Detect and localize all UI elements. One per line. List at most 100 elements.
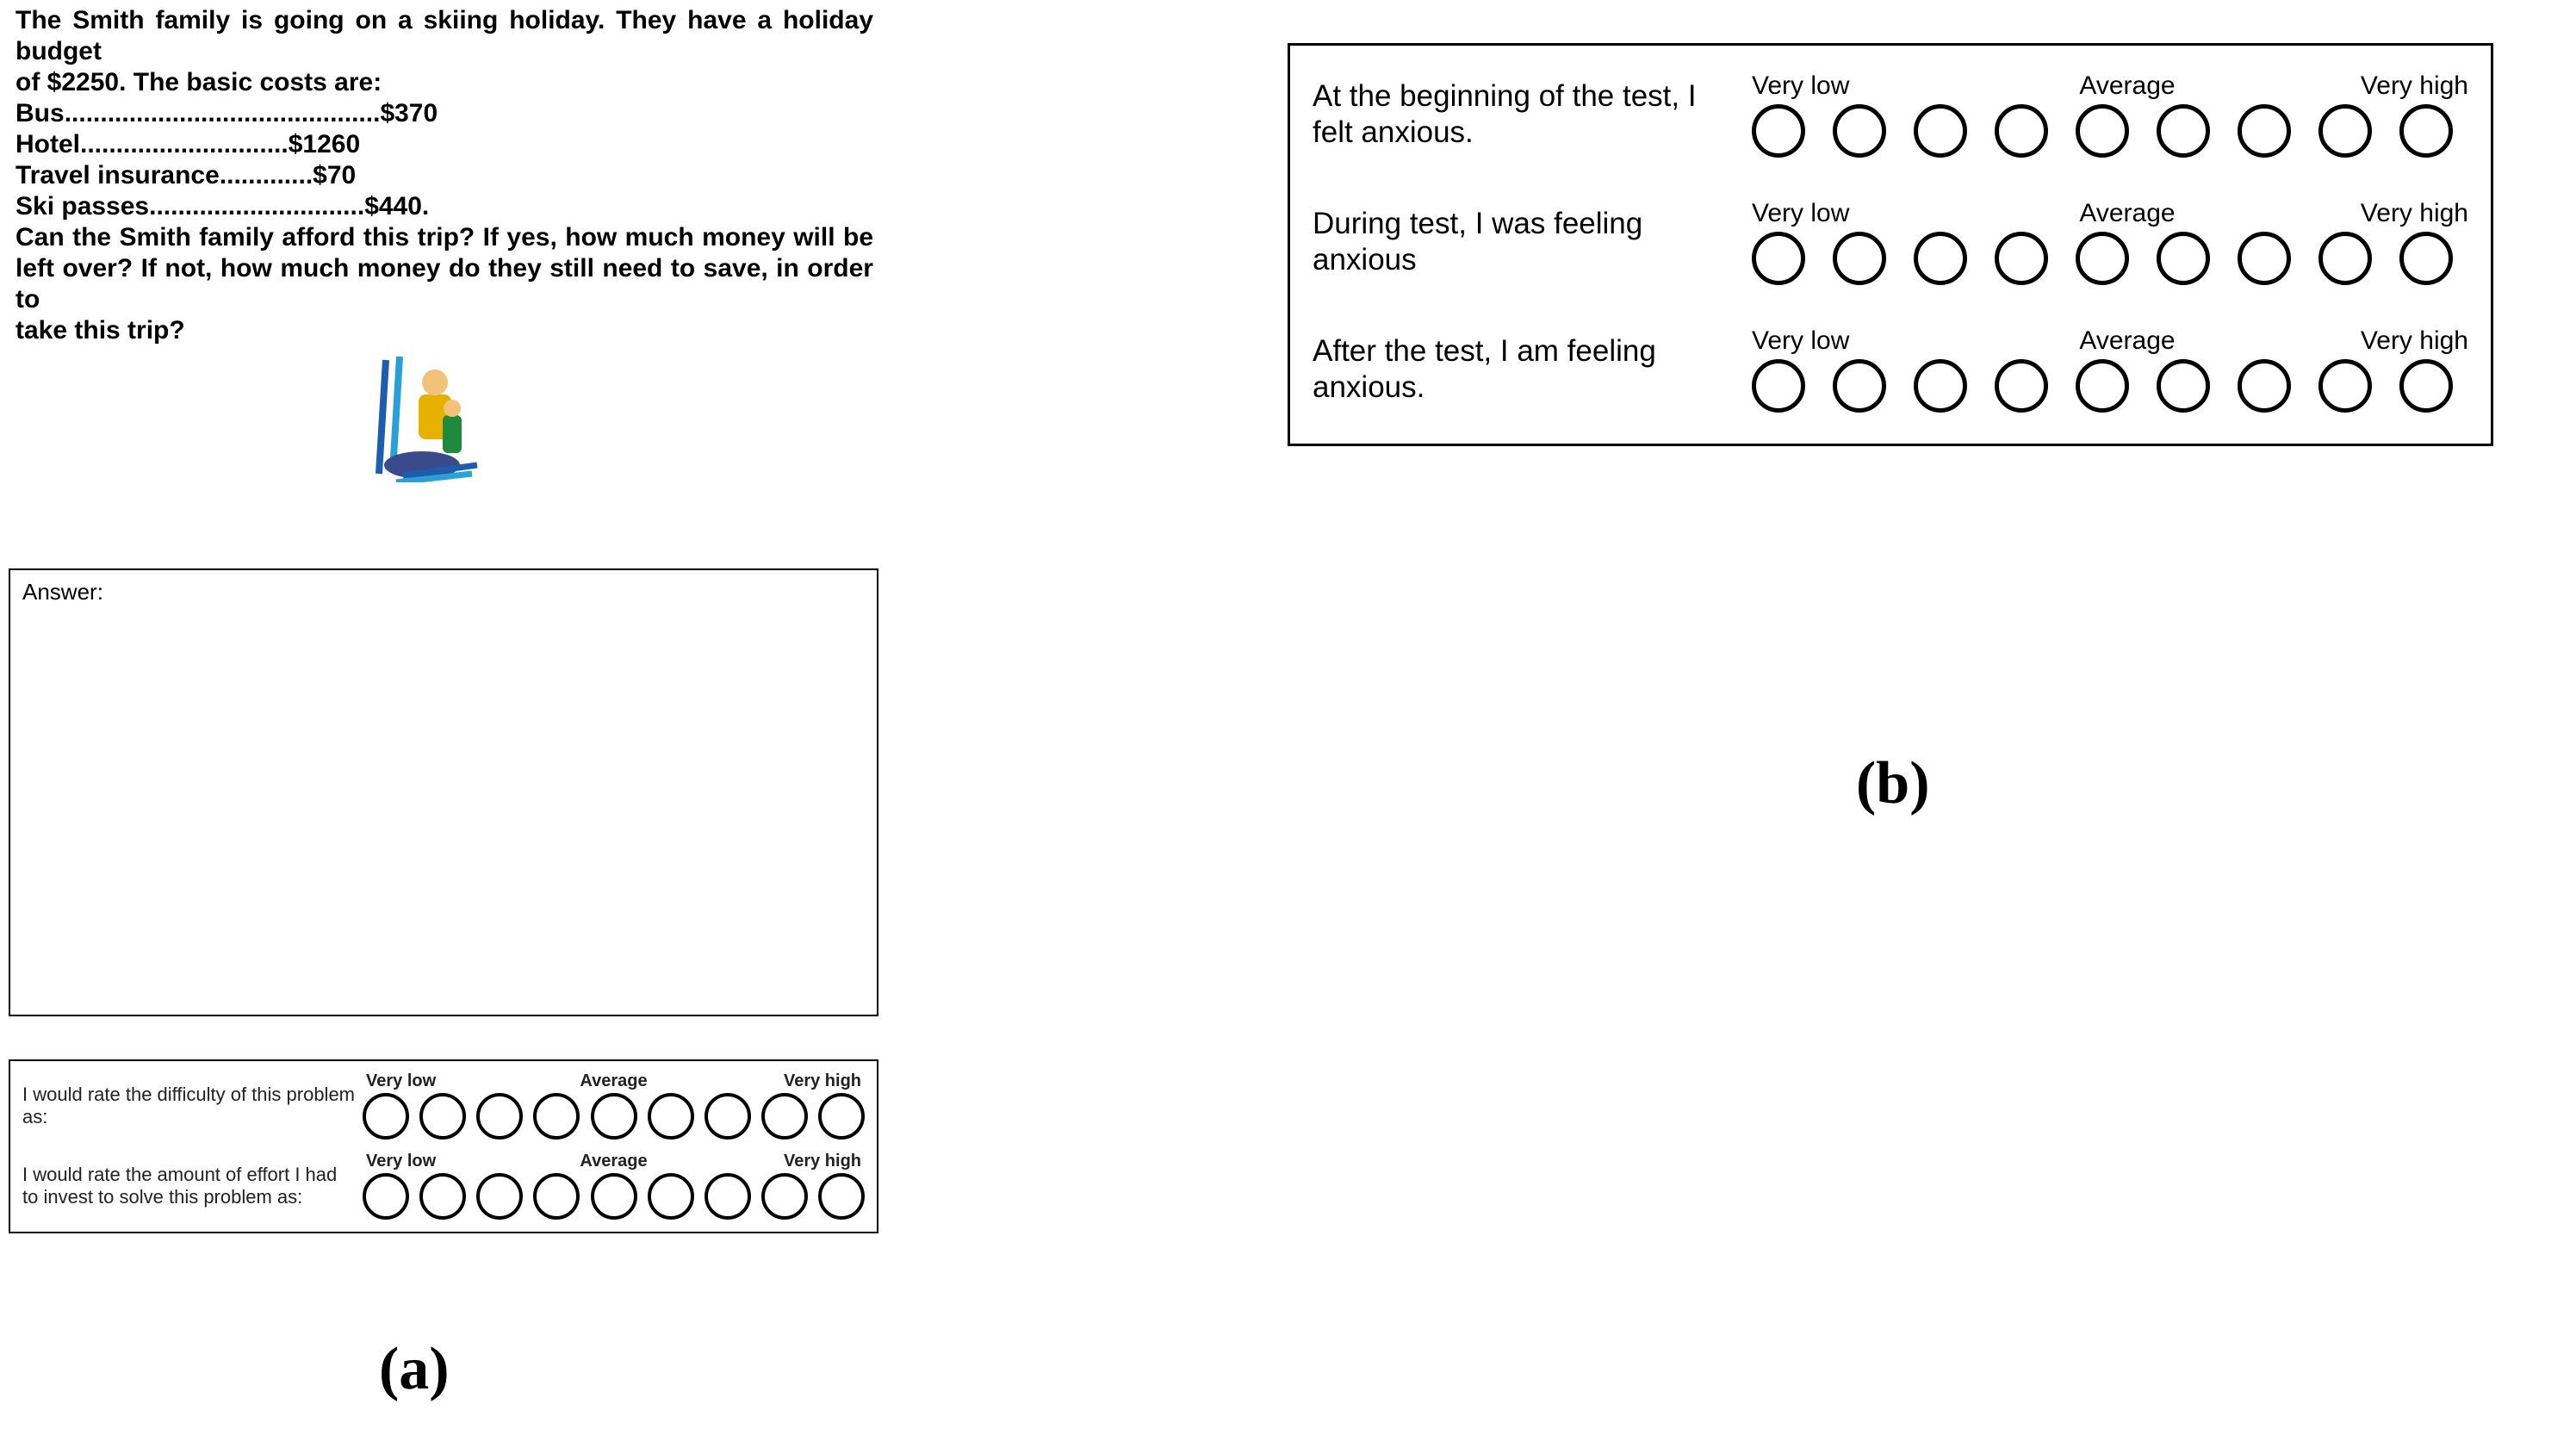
cost-dots: .............................. [149, 191, 364, 222]
big-rating-row-during: During test, I was feeling anxious Very … [1313, 199, 2468, 285]
big-rating-scale: Very low Average Very high [1752, 326, 2468, 413]
cost-line-insurance: Travel insurance ............. $70 [16, 160, 873, 191]
rating-circle[interactable] [2157, 359, 2210, 413]
rating-circle[interactable] [363, 1093, 409, 1140]
scale-label-mid: Average [469, 1071, 758, 1091]
rating-circle[interactable] [2238, 232, 2291, 285]
rating-circle[interactable] [363, 1173, 409, 1220]
rating-circle[interactable] [2399, 232, 2453, 285]
rating-circle[interactable] [2076, 232, 2129, 285]
rating-circle[interactable] [2399, 359, 2453, 413]
rating-circle[interactable] [2399, 104, 2453, 158]
cost-line-bus: Bus ....................................… [16, 98, 873, 129]
problem-intro-line-1: The Smith family is going on a skiing ho… [16, 5, 873, 67]
big-rating-box: At the beginning of the test, I felt anx… [1288, 43, 2493, 446]
rating-circle[interactable] [1995, 359, 2048, 413]
rating-circle[interactable] [419, 1173, 466, 1220]
scale-label-high: Very high [2305, 71, 2468, 101]
rating-circle[interactable] [705, 1093, 751, 1140]
scale-label-low: Very low [1752, 326, 1915, 356]
problem-question-line-1: Can the Smith family afford this trip? I… [16, 222, 873, 253]
rating-circle[interactable] [2238, 359, 2291, 413]
answer-label: Answer: [22, 579, 103, 605]
rating-circle[interactable] [476, 1173, 523, 1220]
ski-family-icon [370, 353, 482, 482]
rating-circle[interactable] [1833, 232, 1886, 285]
big-rating-scale: Very low Average Very high [1752, 199, 2468, 285]
cost-line-hotel: Hotel ............................. $126… [16, 129, 873, 160]
rating-circle[interactable] [2076, 359, 2129, 413]
rating-circle[interactable] [761, 1093, 808, 1140]
big-rating-prompt: After the test, I am feeling anxious. [1313, 333, 1752, 406]
cost-dots: ........................................… [65, 98, 381, 129]
rating-circle[interactable] [2318, 104, 2372, 158]
cost-dots: ............. [220, 160, 313, 191]
rating-circle[interactable] [1914, 359, 1967, 413]
rating-circle[interactable] [761, 1173, 808, 1220]
panel-b: At the beginning of the test, I felt anx… [1288, 43, 2493, 446]
scale-label-high: Very high [758, 1152, 861, 1171]
scale-label-high: Very high [758, 1071, 861, 1091]
scale-label-high: Very high [2305, 326, 2468, 356]
cost-line-skipasses: Ski passes .............................… [16, 191, 873, 222]
rating-circle[interactable] [2157, 104, 2210, 158]
big-rating-prompt: At the beginning of the test, I felt anx… [1313, 78, 1752, 151]
small-scale-labels: Very low Average Very high [363, 1071, 865, 1091]
rating-circle[interactable] [2318, 232, 2372, 285]
scale-label-mid: Average [1915, 199, 2305, 228]
cost-label: Travel insurance [16, 160, 220, 191]
rating-circle[interactable] [1833, 104, 1886, 158]
figure-label-b: (b) [1856, 749, 1930, 818]
rating-circle[interactable] [591, 1093, 637, 1140]
small-rating-scale: Very low Average Very high [363, 1071, 865, 1140]
rating-circle[interactable] [648, 1093, 694, 1140]
rating-circle[interactable] [818, 1173, 865, 1220]
rating-circle[interactable] [705, 1173, 751, 1220]
small-scale-labels: Very low Average Very high [363, 1152, 865, 1171]
rating-circle[interactable] [1752, 232, 1805, 285]
cost-label: Hotel [16, 129, 80, 160]
rating-circle[interactable] [1752, 104, 1805, 158]
big-scale-labels: Very low Average Very high [1752, 71, 2468, 101]
scale-label-mid: Average [1915, 71, 2305, 101]
cost-value: $440. [364, 191, 429, 222]
small-rating-row-effort: I would rate the amount of effort I had … [22, 1152, 865, 1220]
big-rating-row-after: After the test, I am feeling anxious. Ve… [1313, 326, 2468, 413]
cost-label: Bus [16, 98, 65, 129]
rating-circle[interactable] [533, 1093, 580, 1140]
rating-circle[interactable] [476, 1093, 523, 1140]
rating-circle[interactable] [1995, 232, 2048, 285]
scale-label-low: Very low [366, 1152, 469, 1171]
rating-circle[interactable] [648, 1173, 694, 1220]
big-rating-prompt: During test, I was feeling anxious [1313, 206, 1752, 278]
answer-box[interactable]: Answer: [9, 568, 878, 1016]
rating-circle[interactable] [2157, 232, 2210, 285]
cost-dots: ............................. [80, 129, 289, 160]
cost-label: Ski passes [16, 191, 149, 222]
rating-circle[interactable] [1752, 359, 1805, 413]
rating-circle[interactable] [1995, 104, 2048, 158]
rating-circle[interactable] [1914, 104, 1967, 158]
scale-label-mid: Average [469, 1152, 758, 1171]
problem-question-line-2: left over? If not, how much money do the… [16, 253, 873, 315]
rating-circle[interactable] [818, 1093, 865, 1140]
rating-circle[interactable] [2076, 104, 2129, 158]
problem-intro-line-2: of $2250. The basic costs are: [16, 67, 873, 98]
rating-circle[interactable] [1914, 232, 1967, 285]
problem-text: The Smith family is going on a skiing ho… [9, 0, 878, 346]
rating-circle[interactable] [2238, 104, 2291, 158]
rating-circle[interactable] [1833, 359, 1886, 413]
rating-circle[interactable] [591, 1173, 637, 1220]
cost-value: $70 [313, 160, 356, 191]
scale-label-low: Very low [1752, 199, 1915, 228]
rating-circle[interactable] [419, 1093, 466, 1140]
big-circles [1752, 232, 2468, 285]
scale-label-high: Very high [2305, 199, 2468, 228]
small-rating-prompt: I would rate the difficulty of this prob… [22, 1084, 363, 1127]
big-circles [1752, 359, 2468, 413]
problem-question-line-3: take this trip? [16, 315, 873, 346]
rating-circle[interactable] [533, 1173, 580, 1220]
rating-circle[interactable] [2318, 359, 2372, 413]
big-scale-labels: Very low Average Very high [1752, 326, 2468, 356]
small-circles [363, 1173, 865, 1220]
